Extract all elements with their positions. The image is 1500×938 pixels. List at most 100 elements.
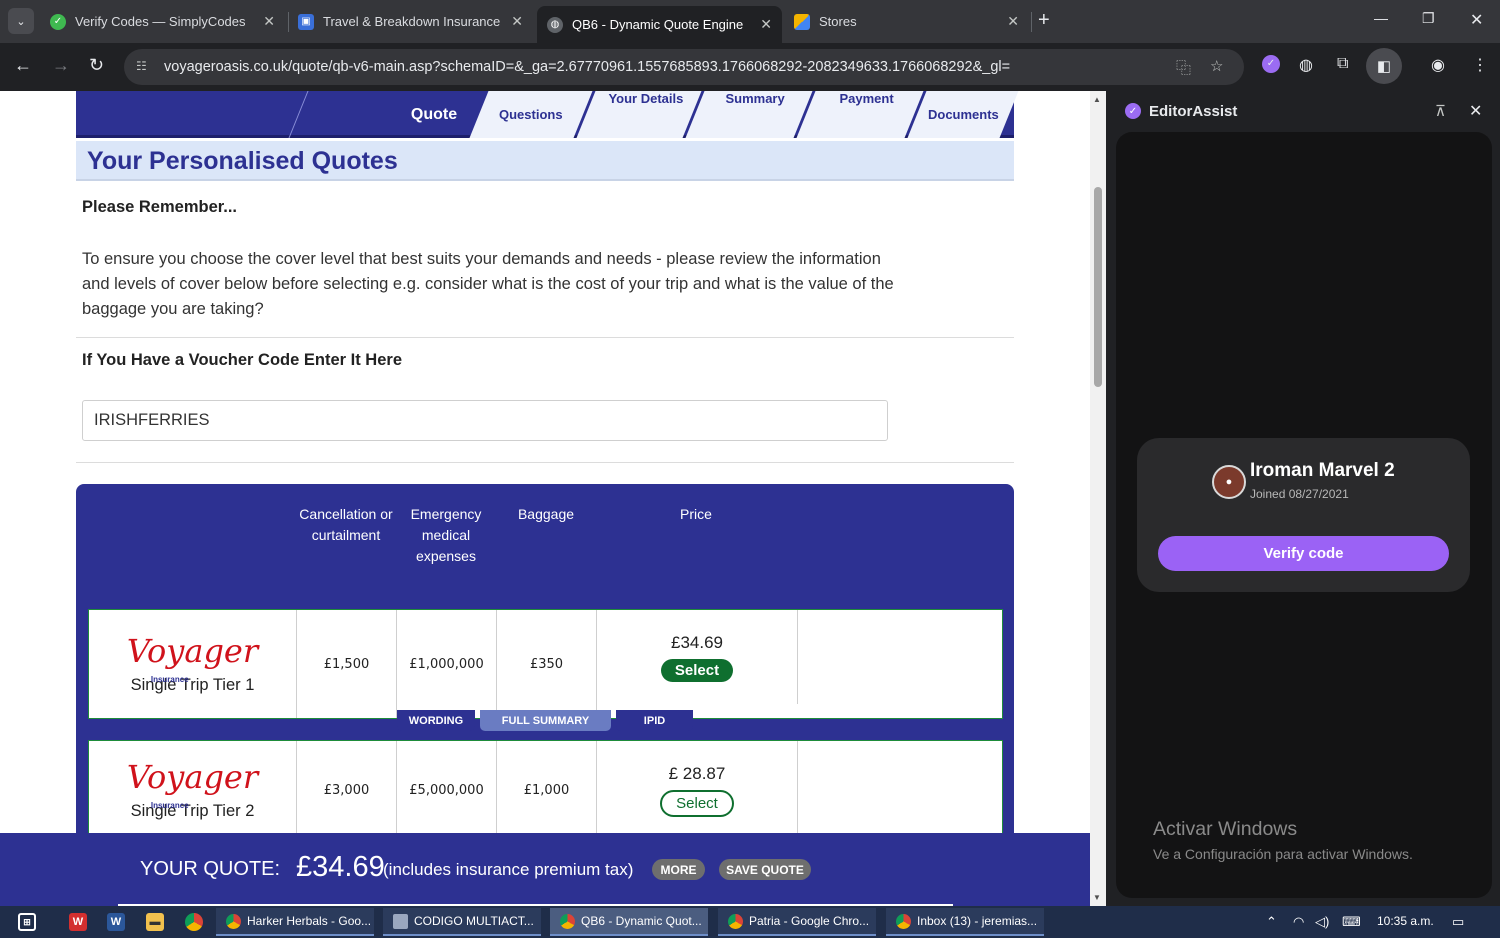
- tab-verify-codes[interactable]: ✓ Verify Codes — SimplyCodes ✕: [40, 6, 285, 37]
- step-your-details[interactable]: Your Details: [576, 91, 702, 138]
- tab-qb6-quote-engine[interactable]: ◍ QB6 - Dynamic Quote Engine ✕: [537, 6, 782, 43]
- clock[interactable]: 10:35 a.m.: [1377, 914, 1434, 928]
- scroll-down-icon[interactable]: ▼: [1093, 893, 1101, 902]
- taskbar-app[interactable]: Harker Herbals - Goo...: [216, 908, 374, 936]
- tier-name: Single Trip Tier 1: [130, 675, 255, 694]
- tray-chevron-icon[interactable]: ⌃: [1266, 914, 1277, 930]
- voucher-label: If You Have a Voucher Code Enter It Here: [82, 351, 403, 369]
- unpin-icon[interactable]: ⊼: [1435, 102, 1446, 120]
- web-page: Quote Questions Your Details Summary Pay…: [0, 91, 1090, 906]
- ipid-tab[interactable]: IPID: [616, 710, 693, 731]
- user-name: Iroman Marvel 2: [1250, 460, 1395, 481]
- address-bar[interactable]: ☷ voyageroasis.co.uk/quote/qb-v6-main.as…: [124, 49, 1244, 85]
- minimize-icon[interactable]: —: [1374, 10, 1388, 26]
- cancellation-value: £3,000: [297, 741, 397, 839]
- step-divider: [288, 91, 382, 138]
- new-tab-icon[interactable]: +: [1038, 9, 1050, 32]
- chrome-icon: [226, 913, 241, 929]
- file-explorer-icon[interactable]: ▬: [146, 913, 164, 931]
- back-icon[interactable]: ←: [14, 55, 32, 76]
- side-panel-icon[interactable]: ◧: [1366, 48, 1402, 84]
- select-button[interactable]: Select: [660, 658, 734, 682]
- extension-frame: ● Iroman Marvel 2 Joined 08/27/2021 Veri…: [1116, 132, 1492, 898]
- browser-toolbar: ← → ↻ ☷ voyageroasis.co.uk/quote/qb-v6-m…: [0, 43, 1500, 91]
- full-summary-tab[interactable]: FULL SUMMARY: [480, 710, 611, 731]
- voucher-code-input[interactable]: [82, 400, 888, 441]
- site-favicon-icon: ▣: [298, 13, 314, 30]
- extensions-puzzle-icon[interactable]: ⧉: [1337, 55, 1348, 73]
- baggage-value: £350: [497, 610, 597, 718]
- site-info-icon[interactable]: ☷: [136, 59, 152, 75]
- verify-code-button[interactable]: Verify code: [1158, 536, 1449, 571]
- step-payment[interactable]: Payment: [796, 91, 924, 138]
- keyboard-icon[interactable]: ⌨: [1342, 914, 1361, 930]
- restore-icon[interactable]: ❐: [1422, 10, 1435, 27]
- divider: [76, 462, 1014, 463]
- tab-search-icon[interactable]: ⌄: [8, 8, 34, 34]
- editorassist-extension-icon[interactable]: ✓: [1262, 55, 1280, 73]
- price-value: £34.69: [671, 632, 723, 652]
- quote-row: Voyager Insurance Single Trip Tier 1 £1,5…: [88, 609, 1003, 719]
- close-icon[interactable]: ✕: [1007, 13, 1019, 30]
- step-quote: Quote: [410, 105, 458, 123]
- taskbar-app[interactable]: CODIGO MULTIACT...: [383, 908, 541, 936]
- remember-heading: Please Remember...: [82, 198, 238, 216]
- scrollbar-thumb[interactable]: [1094, 187, 1102, 387]
- tax-note: (includes insurance premium tax): [383, 860, 634, 879]
- reload-icon[interactable]: ↻: [89, 55, 104, 76]
- close-icon[interactable]: ✕: [511, 13, 523, 30]
- voyager-logo: Voyager Insurance: [126, 757, 259, 810]
- volume-icon[interactable]: ◁): [1315, 914, 1329, 930]
- step-documents[interactable]: Documents: [907, 91, 1019, 138]
- taskbar-app[interactable]: Patria - Google Chro...: [718, 908, 876, 936]
- wording-tab[interactable]: WORDING: [397, 710, 475, 731]
- chrome-icon[interactable]: [185, 913, 203, 931]
- baggage-value: £1,000: [497, 741, 597, 839]
- page-scrollbar[interactable]: ▲ ▼: [1090, 91, 1106, 906]
- bookmark-star-icon[interactable]: ☆: [1210, 57, 1223, 75]
- activation-watermark-title: Activar Windows: [1153, 818, 1298, 840]
- price-value: £ 28.87: [668, 763, 726, 783]
- tier-name: Single Trip Tier 2: [130, 801, 255, 820]
- chrome-icon: [560, 913, 575, 929]
- windows-taskbar: ⊞ W W ▬ Harker Herbals - Goo... CODIGO M…: [0, 906, 1500, 938]
- start-icon[interactable]: ⊞: [18, 913, 36, 931]
- close-icon[interactable]: ✕: [1469, 101, 1482, 121]
- window-close-icon[interactable]: ✕: [1470, 10, 1483, 30]
- joined-date: Joined 08/27/2021: [1250, 487, 1349, 501]
- step-questions[interactable]: Questions: [469, 91, 593, 138]
- translate-icon[interactable]: ⿻: [1176, 57, 1191, 78]
- col-baggage: Baggage: [517, 506, 575, 522]
- document-icon: [393, 913, 408, 929]
- chrome-icon: [728, 913, 743, 929]
- editorassist-logo-icon: ✓: [1125, 103, 1141, 119]
- more-button[interactable]: MORE: [652, 859, 705, 880]
- taskbar-app[interactable]: QB6 - Dynamic Quot...: [550, 908, 708, 936]
- more-menu-icon[interactable]: ⋮: [1472, 55, 1488, 75]
- avatar: ●: [1212, 465, 1246, 499]
- your-quote-label: YOUR QUOTE:: [140, 858, 281, 880]
- col-price: Price: [680, 506, 712, 522]
- tab-travel-insurance[interactable]: ▣ Travel & Breakdown Insurance | ✕: [288, 6, 533, 37]
- save-quote-button[interactable]: SAVE QUOTE: [719, 859, 811, 880]
- profile-icon[interactable]: ◉: [1431, 55, 1445, 75]
- url-text[interactable]: voyageroasis.co.uk/quote/qb-v6-main.asp?…: [164, 59, 1010, 75]
- taskbar-app[interactable]: Inbox (13) - jeremias...: [886, 908, 1044, 936]
- chrome-icon: [896, 913, 911, 929]
- forward-icon[interactable]: →: [52, 55, 70, 76]
- advice-text: To ensure you choose the cover level tha…: [82, 250, 894, 318]
- word-icon[interactable]: W: [107, 913, 125, 931]
- wps-icon[interactable]: W: [69, 913, 87, 931]
- divider: [76, 337, 1014, 338]
- scroll-up-icon[interactable]: ▲: [1093, 95, 1101, 104]
- page-title-bar: Your Personalised Quotes: [76, 141, 1014, 181]
- vpn-globe-icon[interactable]: ◍: [1299, 55, 1313, 75]
- notifications-icon[interactable]: ▭: [1452, 914, 1464, 930]
- close-icon[interactable]: ✕: [760, 16, 772, 33]
- select-button[interactable]: Select: [660, 789, 734, 817]
- wifi-icon[interactable]: ◠: [1293, 914, 1304, 930]
- tab-stores[interactable]: Stores ✕: [784, 6, 1029, 37]
- close-icon[interactable]: ✕: [263, 13, 275, 30]
- step-summary[interactable]: Summary: [685, 91, 813, 138]
- progress-steps: Quote Questions Your Details Summary Pay…: [76, 91, 1019, 138]
